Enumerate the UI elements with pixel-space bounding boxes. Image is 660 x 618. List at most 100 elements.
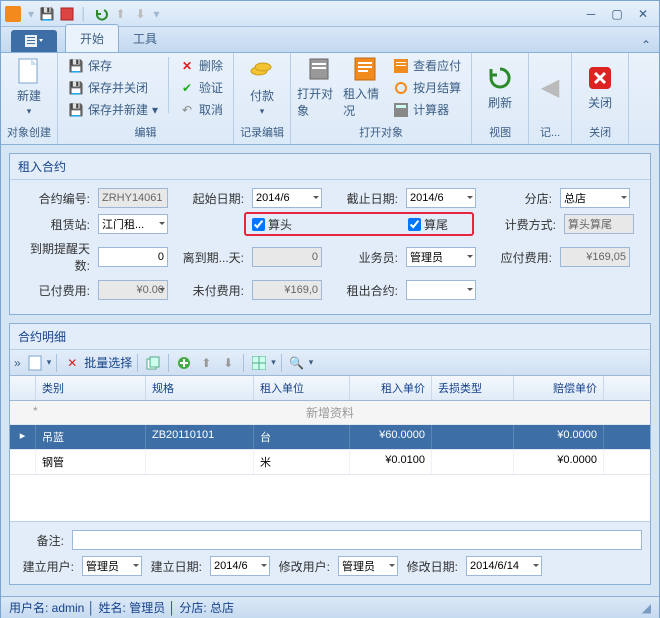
col-category[interactable]: 类别 — [36, 376, 146, 400]
group-label: 视图 — [478, 124, 522, 142]
create-user-label: 建立用户: — [18, 558, 78, 575]
mod-user-input[interactable] — [338, 556, 398, 576]
minimize-button[interactable]: ─ — [579, 6, 603, 22]
open-object-button[interactable]: 打开对象 — [297, 55, 341, 119]
contract-no-label: 合约编号: — [18, 190, 94, 207]
unpaid-label: 未付费用: — [172, 282, 248, 299]
add-green-icon[interactable] — [174, 353, 194, 373]
down-icon[interactable]: ⬇ — [132, 5, 150, 23]
panel-title: 合约明细 — [10, 324, 650, 350]
group-label: 对象创建 — [7, 124, 51, 142]
verify-button[interactable]: ✔验证 — [175, 77, 227, 98]
create-date-input[interactable] — [210, 556, 270, 576]
save-new-button[interactable]: 💾保存并新建 ▾ — [64, 99, 162, 120]
batch-select-button[interactable]: 批量选择 — [84, 354, 132, 371]
document-icon — [15, 57, 43, 85]
detail-grid[interactable]: 类别 规格 租入单位 租入单价 丢损类型 赔偿单价 *新增资料 ▸ 吊蓝 ZB2… — [10, 376, 650, 521]
ribbon-expand-icon[interactable]: ⌃ — [641, 38, 651, 52]
calc-tail-checkbox[interactable]: 算尾 — [408, 216, 480, 233]
mod-date-label: 修改日期: — [402, 558, 462, 575]
save-icon[interactable]: 💾 — [38, 5, 56, 23]
table-row[interactable]: ▸ 吊蓝 ZB20110101 台 ¥60.0000 ¥0.0000 — [10, 425, 650, 450]
col-spec[interactable]: 规格 — [146, 376, 254, 400]
panel-title: 租入合约 — [10, 154, 650, 180]
disk-icon: 💾 — [68, 58, 84, 74]
expire-days-input — [252, 247, 322, 267]
view-pay-button[interactable]: 查看应付 — [389, 55, 465, 76]
table-icon[interactable] — [249, 353, 269, 373]
unpaid-input — [252, 280, 322, 300]
remark-input[interactable] — [72, 530, 642, 550]
calc-head-checkbox[interactable]: 算头 — [252, 216, 324, 233]
paid-input — [98, 280, 168, 300]
check-icon: ✔ — [179, 80, 195, 96]
tab-start[interactable]: 开始 — [65, 24, 119, 52]
new-row[interactable]: *新增资料 — [10, 401, 650, 425]
rent-contract-label: 租出合约: — [326, 282, 402, 299]
branch-input[interactable] — [560, 188, 630, 208]
group-label: 编辑 — [64, 124, 227, 142]
up-icon[interactable]: ⬆ — [112, 5, 130, 23]
end-date-label: 截止日期: — [326, 190, 402, 207]
maximize-button[interactable]: ▢ — [605, 6, 629, 22]
close-button[interactable]: ✕ — [631, 6, 655, 22]
down-nav-icon[interactable]: ⬇ — [218, 353, 238, 373]
close-icon — [586, 64, 614, 92]
cancel-button[interactable]: ↶取消 — [175, 99, 227, 120]
search-icon[interactable]: 🔍 — [287, 353, 307, 373]
saveclose-icon[interactable] — [58, 5, 76, 23]
batch-select-icon[interactable]: ✕ — [62, 353, 82, 373]
paid-label: 已付费用: — [18, 282, 94, 299]
mod-date-input[interactable] — [466, 556, 542, 576]
up-nav-icon[interactable]: ⬆ — [196, 353, 216, 373]
new-button[interactable]: 新建▾ — [7, 55, 51, 119]
group-label: 记... — [535, 124, 565, 142]
calc-button[interactable]: 计算器 — [389, 99, 465, 120]
contract-no-input — [98, 188, 168, 208]
clerk-input[interactable] — [406, 247, 476, 267]
close-button[interactable]: 关闭 — [578, 55, 622, 119]
remark-label: 备注: — [18, 532, 68, 549]
station-input[interactable] — [98, 214, 168, 234]
ribbon: 新建▾ 对象创建 💾保存 💾保存并关闭 💾保存并新建 ▾ ✕删除 ✔验证 ↶取消… — [1, 53, 659, 145]
refresh-button[interactable]: 刷新 — [478, 55, 522, 119]
delete-icon: ✕ — [179, 58, 195, 74]
disk-new-icon: 💾 — [68, 102, 84, 118]
coins-icon — [248, 57, 276, 85]
detail-panel: 合约明细 » ▾ ✕ 批量选择 ⬆ ⬇ ▾ 🔍▾ 类别 规格 租入单位 租入单 — [9, 323, 651, 585]
group-label: 打开对象 — [297, 124, 465, 142]
prev-icon: ◀ — [536, 73, 564, 101]
form-icon — [351, 55, 379, 83]
cycle-icon — [393, 80, 409, 96]
create-user-input[interactable] — [82, 556, 142, 576]
file-menu-button[interactable] — [11, 30, 57, 52]
tab-tools[interactable]: 工具 — [119, 25, 171, 52]
rent-status-button[interactable]: 租入情况 — [343, 55, 387, 119]
monthly-button[interactable]: 按月结算 — [389, 77, 465, 98]
prev-record-button[interactable]: ◀ — [535, 55, 565, 119]
start-date-input[interactable] — [252, 188, 322, 208]
station-label: 租赁站: — [18, 216, 94, 233]
col-compprice[interactable]: 赔偿单价 — [514, 376, 604, 400]
end-date-input[interactable] — [406, 188, 476, 208]
pay-button[interactable]: 付款▾ — [240, 55, 284, 119]
copy-icon[interactable] — [143, 353, 163, 373]
chevron-icon[interactable]: » — [14, 356, 21, 370]
branch-label: 分店: — [480, 190, 556, 207]
delete-button[interactable]: ✕删除 — [175, 55, 227, 76]
save-close-button[interactable]: 💾保存并关闭 — [64, 77, 162, 98]
col-losstype[interactable]: 丢损类型 — [432, 376, 514, 400]
undo-icon: ↶ — [179, 102, 195, 118]
col-price[interactable]: 租入单价 — [350, 376, 432, 400]
table-row[interactable]: 钢管 米 ¥0.0100 ¥0.0000 — [10, 450, 650, 475]
new-doc-icon[interactable] — [25, 353, 45, 373]
save-button[interactable]: 💾保存 — [64, 55, 162, 76]
col-unit[interactable]: 租入单位 — [254, 376, 350, 400]
refresh-icon — [486, 64, 514, 92]
rent-contract-input[interactable] — [406, 280, 476, 300]
payable-input — [560, 247, 630, 267]
group-label: 关闭 — [578, 124, 622, 142]
undo-icon[interactable] — [92, 5, 110, 23]
remind-days-input[interactable] — [98, 247, 168, 267]
group-label: 记录编辑 — [240, 124, 284, 142]
